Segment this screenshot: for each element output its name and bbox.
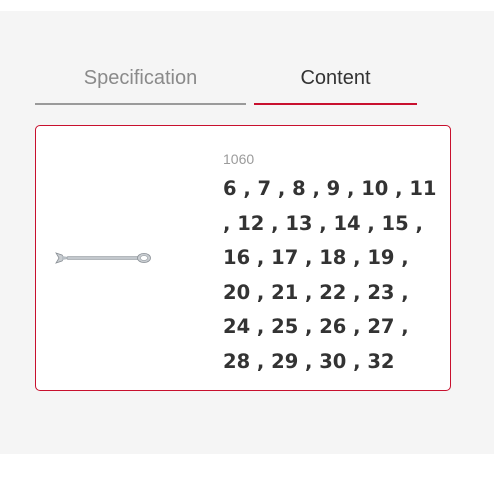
product-detail-panel: Specification Content 1060 6 , 7 , 8 , 9…	[0, 11, 494, 454]
combination-wrench-icon	[55, 252, 151, 264]
tab-content[interactable]: Content	[254, 65, 417, 105]
content-card: 1060 6 , 7 , 8 , 9 , 10 , 11 , 12 , 13 ,…	[35, 125, 451, 391]
product-code: 1060	[223, 151, 255, 167]
size-list: 6 , 7 , 8 , 9 , 10 , 11 , 12 , 13 , 14 ,…	[223, 177, 437, 373]
tab-specification[interactable]: Specification	[35, 65, 246, 105]
